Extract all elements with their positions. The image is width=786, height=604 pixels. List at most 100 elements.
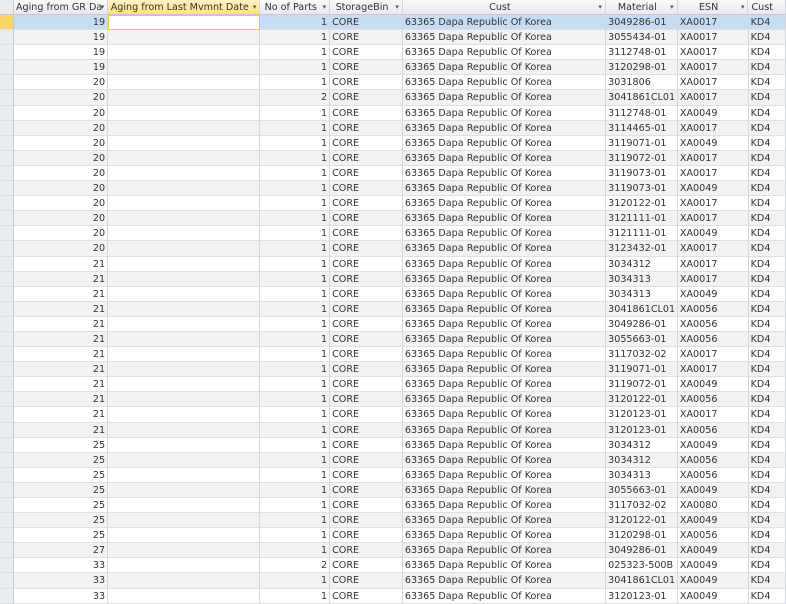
cust-cell[interactable]: 63365 Dapa Republic Of Korea xyxy=(402,316,607,332)
storagebin-cell[interactable]: CORE xyxy=(330,437,403,453)
cust-cell[interactable]: 63365 Dapa Republic Of Korea xyxy=(402,528,607,544)
cust-2-cell[interactable]: KD4 xyxy=(748,15,786,31)
esn-cell[interactable]: XA0049 xyxy=(677,437,749,453)
storagebin-cell[interactable]: CORE xyxy=(330,588,403,604)
material-cell[interactable]: 3055434-01 xyxy=(606,30,678,46)
record-selector[interactable] xyxy=(0,135,14,151)
aging-last-mvmnt-cell[interactable] xyxy=(108,286,261,302)
cust-2-cell[interactable]: KD4 xyxy=(748,165,786,182)
no-of-parts-cell[interactable]: 1 xyxy=(260,573,331,589)
aging-last-mvmnt-cell[interactable] xyxy=(108,211,261,227)
cust-cell[interactable]: 63365 Dapa Republic Of Korea xyxy=(402,60,607,76)
no-of-parts-cell[interactable]: 1 xyxy=(260,513,331,529)
dropdown-arrow-icon[interactable]: ▾ xyxy=(598,0,602,14)
storagebin-cell[interactable]: CORE xyxy=(330,45,403,61)
record-selector[interactable] xyxy=(0,105,14,121)
aging-gr-cell[interactable]: 20 xyxy=(13,241,109,257)
esn-cell[interactable]: XA0017 xyxy=(677,120,749,136)
record-selector[interactable] xyxy=(0,301,14,317)
record-selector[interactable] xyxy=(0,482,14,498)
esn-cell[interactable]: XA0017 xyxy=(677,362,749,378)
table-row[interactable]: 21 1 CORE 63365 Dapa Republic Of Korea 31201… xyxy=(0,407,786,423)
storagebin-cell[interactable]: CORE xyxy=(330,150,403,166)
record-selector[interactable] xyxy=(0,437,14,453)
aging-gr-cell[interactable]: 25 xyxy=(13,528,109,544)
cust-cell[interactable]: 63365 Dapa Republic Of Korea xyxy=(402,558,607,574)
storagebin-cell[interactable]: CORE xyxy=(330,196,403,212)
material-cell[interactable]: 3117032-02 xyxy=(606,347,678,363)
cust-cell[interactable]: 63365 Dapa Republic Of Korea xyxy=(402,256,607,272)
cust-2-cell[interactable]: KD4 xyxy=(748,90,786,106)
no-of-parts-cell[interactable]: 1 xyxy=(260,181,331,197)
material-cell[interactable]: 3119072-01 xyxy=(606,150,678,166)
cust-cell[interactable]: 63365 Dapa Republic Of Korea xyxy=(402,196,607,212)
cust-2-cell[interactable]: KD4 xyxy=(748,286,786,302)
aging-gr-cell[interactable]: 21 xyxy=(13,347,109,363)
no-of-parts-cell[interactable]: 1 xyxy=(260,331,331,348)
record-selector[interactable] xyxy=(0,256,14,272)
esn-cell[interactable]: XA0017 xyxy=(677,196,749,212)
no-of-parts-cell[interactable]: 1 xyxy=(260,226,331,242)
aging-gr-cell[interactable]: 20 xyxy=(13,135,109,151)
storagebin-cell[interactable]: CORE xyxy=(330,422,403,438)
aging-gr-cell[interactable]: 21 xyxy=(13,286,109,302)
table-row[interactable]: 25 1 CORE 63365 Dapa Republic Of Korea 31170… xyxy=(0,498,786,514)
esn-cell[interactable]: XA0049 xyxy=(677,105,749,121)
cust-2-cell[interactable]: KD4 xyxy=(748,498,786,514)
aging-last-mvmnt-cell[interactable] xyxy=(108,482,261,498)
col-header-aging-last-mvmnt[interactable]: Aging from Last Mvmnt Date ▾ xyxy=(108,0,261,14)
table-row[interactable]: 21 1 CORE 63365 Dapa Republic Of Korea 31170… xyxy=(0,347,786,363)
no-of-parts-cell[interactable]: 1 xyxy=(260,362,331,378)
no-of-parts-cell[interactable]: 1 xyxy=(260,150,331,166)
storagebin-cell[interactable]: CORE xyxy=(330,467,403,483)
record-selector[interactable] xyxy=(0,90,14,106)
esn-cell[interactable]: XA0049 xyxy=(677,226,749,242)
storagebin-cell[interactable]: CORE xyxy=(330,75,403,91)
aging-gr-cell[interactable]: 25 xyxy=(13,513,109,529)
dropdown-arrow-icon[interactable]: ▾ xyxy=(670,0,674,14)
dropdown-arrow-icon[interactable]: ▾ xyxy=(395,0,399,14)
material-cell[interactable]: 3034313 xyxy=(606,467,678,483)
material-cell[interactable]: 3117032-02 xyxy=(606,498,678,514)
record-selector[interactable] xyxy=(0,573,14,589)
cust-2-cell[interactable]: KD4 xyxy=(748,256,786,272)
select-all-corner[interactable] xyxy=(0,0,14,14)
cust-2-cell[interactable]: KD4 xyxy=(748,331,786,348)
material-cell[interactable]: 3034313 xyxy=(606,286,678,302)
storagebin-cell[interactable]: CORE xyxy=(330,105,403,121)
material-cell[interactable]: 3121111-01 xyxy=(606,226,678,242)
storagebin-cell[interactable]: CORE xyxy=(330,226,403,242)
aging-gr-cell[interactable]: 21 xyxy=(13,271,109,287)
storagebin-cell[interactable]: CORE xyxy=(330,316,403,332)
cust-2-cell[interactable]: KD4 xyxy=(748,105,786,121)
aging-last-mvmnt-cell[interactable] xyxy=(108,543,261,559)
aging-gr-cell[interactable]: 19 xyxy=(13,45,109,61)
esn-cell[interactable]: XA0017 xyxy=(677,15,749,31)
no-of-parts-cell[interactable]: 1 xyxy=(260,467,331,483)
material-cell[interactable]: 3119071-01 xyxy=(606,135,678,151)
cust-2-cell[interactable]: KD4 xyxy=(748,543,786,559)
cust-cell[interactable]: 63365 Dapa Republic Of Korea xyxy=(402,362,607,378)
material-cell[interactable]: 3120123-01 xyxy=(606,407,678,423)
table-row[interactable]: 19 1 CORE 63365 Dapa Republic Of Korea 30492… xyxy=(0,15,786,31)
no-of-parts-cell[interactable]: 1 xyxy=(260,407,331,423)
storagebin-cell[interactable]: CORE xyxy=(330,241,403,257)
storagebin-cell[interactable]: CORE xyxy=(330,482,403,498)
table-row[interactable]: 21 1 CORE 63365 Dapa Republic Of Korea 30343… xyxy=(0,256,786,272)
aging-last-mvmnt-cell[interactable] xyxy=(108,60,261,76)
cust-2-cell[interactable]: KD4 xyxy=(748,347,786,363)
no-of-parts-cell[interactable]: 1 xyxy=(260,60,331,76)
no-of-parts-cell[interactable]: 1 xyxy=(260,452,331,468)
record-selector[interactable] xyxy=(0,331,14,348)
aging-gr-cell[interactable]: 20 xyxy=(13,105,109,121)
cust-2-cell[interactable]: KD4 xyxy=(748,301,786,317)
aging-last-mvmnt-cell[interactable] xyxy=(108,316,261,332)
cust-cell[interactable]: 63365 Dapa Republic Of Korea xyxy=(402,226,607,242)
aging-gr-cell[interactable]: 20 xyxy=(13,90,109,106)
aging-last-mvmnt-cell[interactable] xyxy=(108,45,261,61)
aging-last-mvmnt-cell[interactable] xyxy=(108,573,261,589)
aging-gr-cell[interactable]: 21 xyxy=(13,331,109,348)
material-cell[interactable]: 3034312 xyxy=(606,437,678,453)
aging-last-mvmnt-cell[interactable] xyxy=(108,588,261,604)
aging-last-mvmnt-cell[interactable] xyxy=(108,301,261,317)
